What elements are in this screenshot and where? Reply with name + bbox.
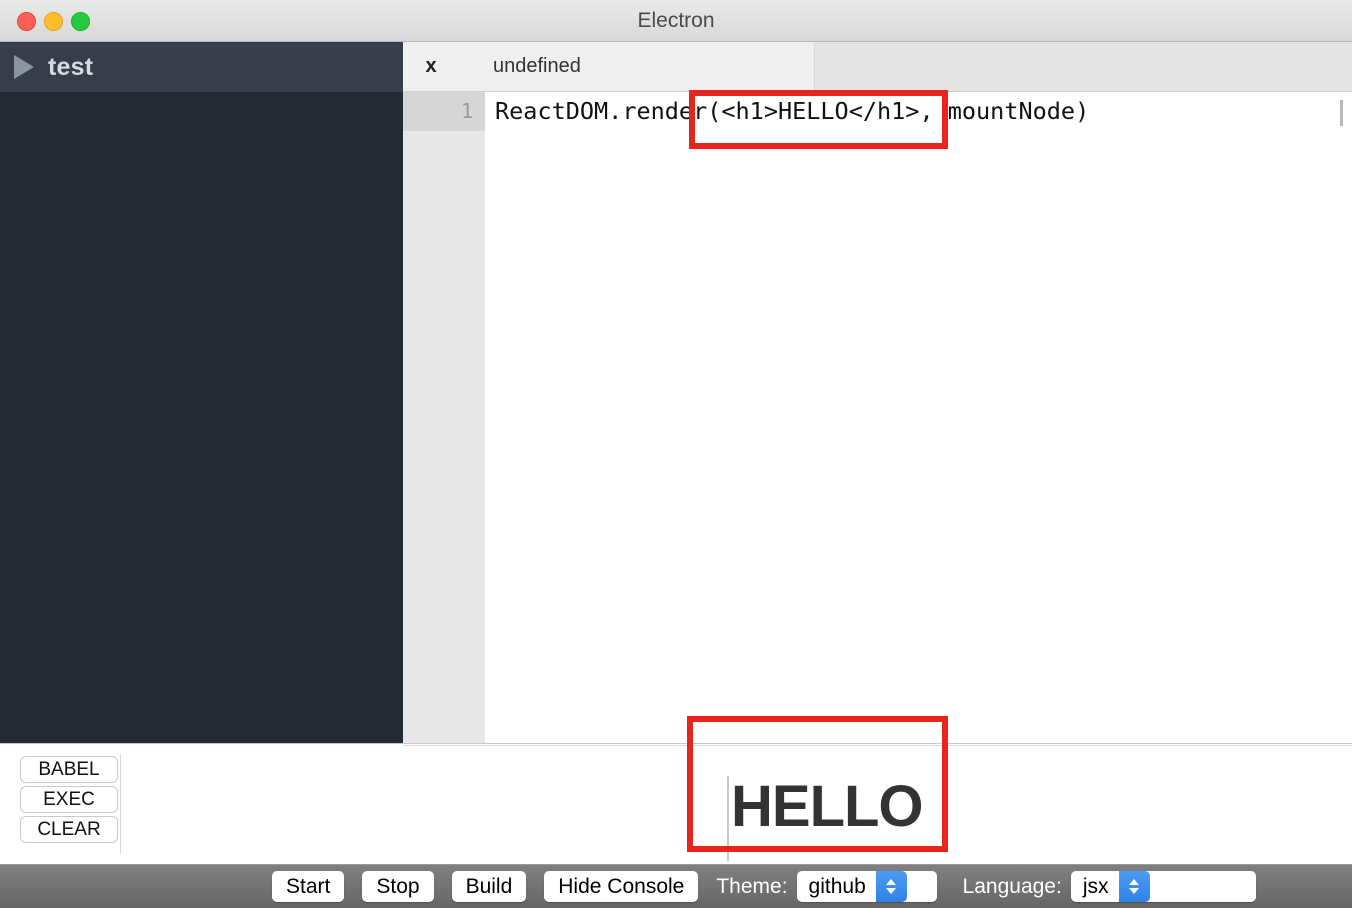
language-value: jsx <box>1082 875 1109 898</box>
rendered-output-heading: HELLO <box>731 774 924 839</box>
stop-button[interactable]: Stop <box>362 871 434 902</box>
language-select[interactable]: jsx <box>1070 871 1256 902</box>
theme-stepper-icon[interactable] <box>875 871 907 902</box>
play-triangle-icon[interactable] <box>14 55 34 79</box>
transform-button-group: BABEL EXEC CLEAR <box>20 756 118 843</box>
clear-button[interactable]: CLEAR <box>20 816 118 843</box>
chevron-down-icon <box>886 888 897 894</box>
chevron-up-icon <box>1129 879 1139 885</box>
sidebar-project-header[interactable]: test <box>0 42 403 92</box>
preview-divider <box>403 745 1352 746</box>
editor-tabbar: x undefined <box>403 42 1352 92</box>
line-number: 1 <box>460 99 473 123</box>
bottom-toolbar: Start Stop Build Hide Console Theme: git… <box>0 864 1352 908</box>
build-button[interactable]: Build <box>451 871 527 902</box>
window-title: Electron <box>637 9 715 32</box>
project-sidebar: test <box>0 42 403 743</box>
language-stepper-icon[interactable] <box>1118 871 1150 902</box>
hide-console-button[interactable]: Hide Console <box>544 871 699 902</box>
window-titlebar: Electron <box>0 0 1352 42</box>
editor-text-area[interactable]: ReactDOM.render(<h1>HELLO</h1>, mountNod… <box>485 92 1352 743</box>
language-label: Language: <box>962 874 1062 898</box>
electron-app-window: Electron test x undefined 1 ReactDOM.ren… <box>0 0 1352 908</box>
chevron-down-icon <box>1129 888 1139 894</box>
code-editor[interactable]: 1 ReactDOM.render(<h1>HELLO</h1>, mountN… <box>403 92 1352 743</box>
babel-button[interactable]: BABEL <box>20 756 118 783</box>
tab-undefined[interactable]: x undefined <box>403 42 815 91</box>
exec-button[interactable]: EXEC <box>20 786 118 813</box>
editor-gutter: 1 <box>403 92 485 743</box>
lower-panel: BABEL EXEC CLEAR HELLO <box>0 743 1352 864</box>
sidebar-project-name: test <box>48 52 94 81</box>
chevron-up-icon <box>886 879 897 885</box>
theme-value: github <box>808 875 866 898</box>
code-line-1[interactable]: ReactDOM.render(<h1>HELLO</h1>, mountNod… <box>495 92 1089 131</box>
start-button[interactable]: Start <box>272 871 345 902</box>
tab-label: undefined <box>493 55 581 77</box>
close-icon[interactable]: x <box>411 55 451 78</box>
theme-select[interactable]: github <box>796 871 937 902</box>
preview-guide-line <box>727 776 729 861</box>
panel-divider <box>120 754 121 854</box>
theme-label: Theme: <box>716 874 788 898</box>
text-caret <box>1340 100 1343 126</box>
